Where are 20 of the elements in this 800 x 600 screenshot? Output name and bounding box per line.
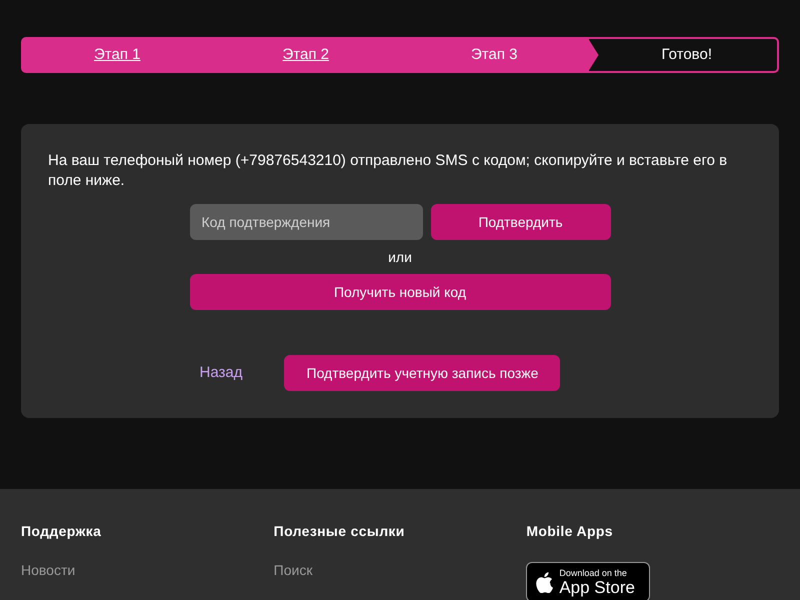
apple-icon	[535, 572, 554, 592]
code-input-field[interactable]: Код подтверждения	[190, 204, 422, 240]
or-text: или	[388, 248, 412, 267]
step-link[interactable]: Этап 2	[282, 44, 329, 66]
footer-link[interactable]: Поиск	[274, 560, 526, 581]
badge-store-name: App Store	[559, 578, 635, 596]
footer-heading: Mobile Apps	[526, 522, 614, 541]
confirm-button[interactable]: Подтвердить	[430, 204, 610, 240]
footer-heading: Поддержка	[21, 522, 102, 541]
badge-small-text: Download on the	[559, 568, 628, 578]
back-link[interactable]: Назад	[200, 362, 242, 384]
confirm-later-button[interactable]: Подтвердить учетную запись позже	[284, 355, 560, 391]
footer-link[interactable]: Новости	[21, 560, 274, 581]
app-store-badge[interactable]: Download on the App Store	[526, 562, 650, 600]
step-link[interactable]: Этап 1	[94, 44, 140, 66]
new-code-button[interactable]: Получить новый код	[190, 274, 610, 310]
current-step: Этап 3	[471, 44, 518, 66]
sms-message: На ваш телефоный номер (+79876543210) отправлено SMS с кодом; скопируйте и вставьте его в поле ниже.	[48, 151, 728, 191]
pending-step: Готово!	[588, 39, 777, 71]
footer-heading: Полезные ссылки	[274, 522, 406, 541]
